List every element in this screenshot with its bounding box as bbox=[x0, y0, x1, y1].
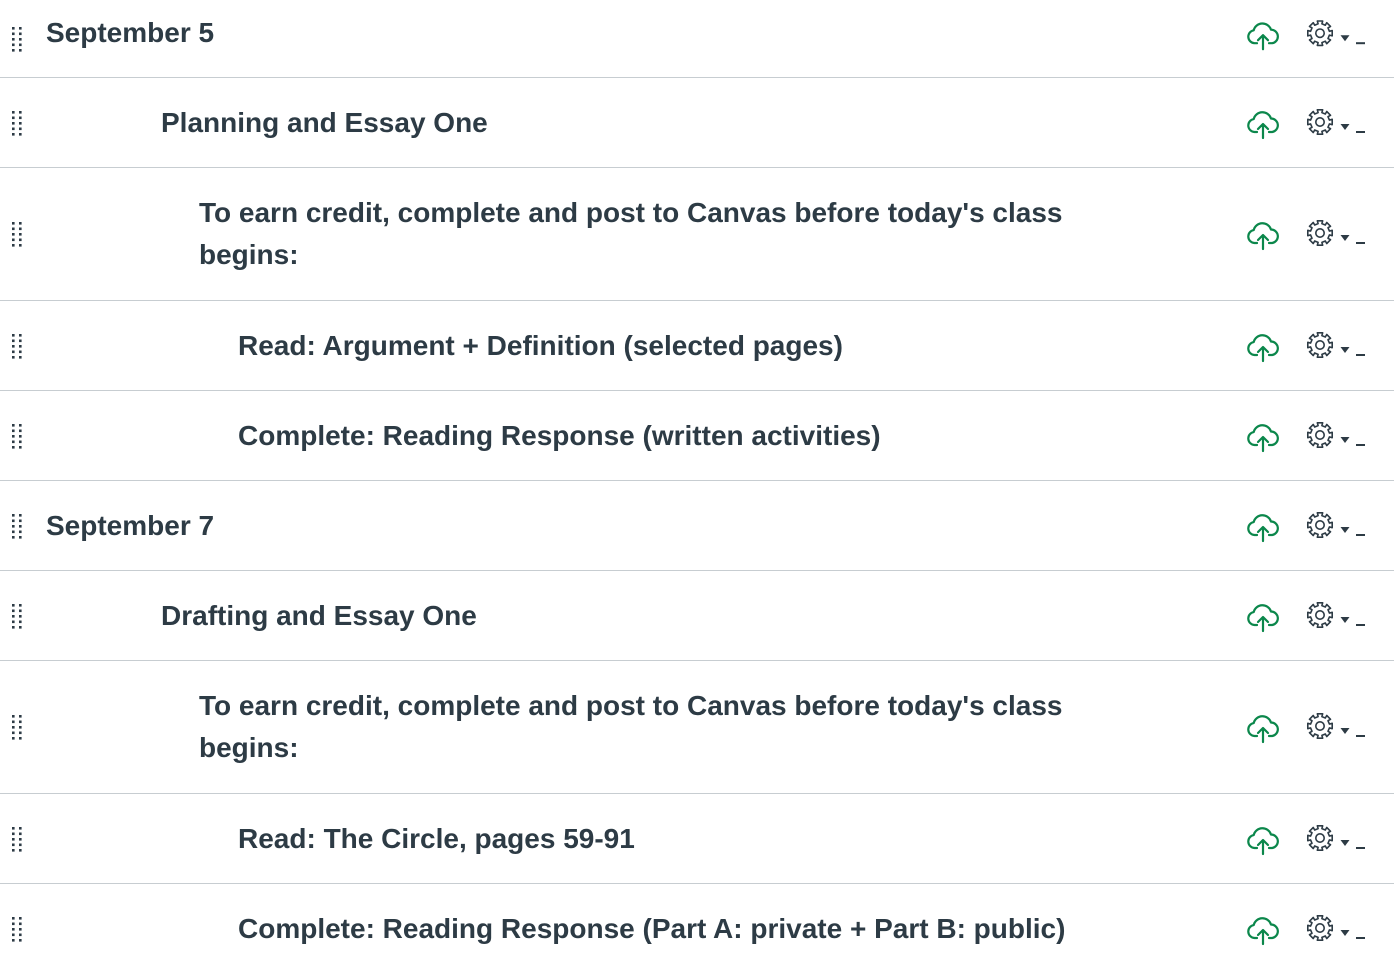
cloud-upload-icon[interactable] bbox=[1246, 18, 1280, 52]
gear-icon bbox=[1306, 712, 1334, 740]
menu-underline bbox=[1356, 735, 1365, 737]
cloud-upload-icon[interactable] bbox=[1246, 913, 1280, 947]
module-item-row: Planning and Essay One bbox=[0, 78, 1394, 168]
module-item-row: Read: Argument + Definition (selected pa… bbox=[0, 301, 1394, 391]
cloud-upload-icon[interactable] bbox=[1246, 420, 1280, 454]
drag-handle-icon[interactable] bbox=[10, 826, 24, 852]
caret-down-icon bbox=[1340, 118, 1350, 130]
module-item-row: Read: The Circle, pages 59-91 bbox=[0, 794, 1394, 884]
gear-icon bbox=[1306, 331, 1334, 359]
gear-icon bbox=[1306, 108, 1334, 136]
module-item-row: September 7 bbox=[0, 481, 1394, 571]
gear-icon bbox=[1306, 601, 1334, 629]
caret-down-icon bbox=[1340, 834, 1350, 846]
module-item-title[interactable]: Complete: Reading Response (written acti… bbox=[238, 415, 1120, 457]
module-item-row: Complete: Reading Response (written acti… bbox=[0, 391, 1394, 481]
settings-menu-button[interactable] bbox=[1304, 508, 1394, 544]
drag-handle-icon[interactable] bbox=[10, 26, 24, 52]
module-item-row: Drafting and Essay One bbox=[0, 571, 1394, 661]
drag-handle-icon[interactable] bbox=[10, 513, 24, 539]
menu-underline bbox=[1356, 443, 1365, 446]
settings-menu-button[interactable] bbox=[1304, 709, 1394, 745]
drag-handle-icon[interactable] bbox=[10, 916, 24, 942]
settings-menu-button[interactable] bbox=[1304, 105, 1394, 141]
gear-icon bbox=[1306, 19, 1334, 47]
cloud-upload-icon[interactable] bbox=[1246, 711, 1280, 745]
cloud-upload-icon[interactable] bbox=[1246, 218, 1280, 252]
module-item-title[interactable]: Read: Argument + Definition (selected pa… bbox=[238, 325, 1120, 367]
gear-icon bbox=[1306, 511, 1334, 539]
cloud-upload-icon[interactable] bbox=[1246, 823, 1280, 857]
menu-underline bbox=[1356, 937, 1365, 939]
menu-underline bbox=[1356, 242, 1365, 244]
drag-handle-icon[interactable] bbox=[10, 110, 24, 136]
caret-down-icon bbox=[1340, 924, 1350, 936]
module-item-title[interactable]: Planning and Essay One bbox=[161, 102, 1120, 144]
module-item-title[interactable]: September 5 bbox=[46, 12, 1120, 54]
module-item-title[interactable]: Read: The Circle, pages 59-91 bbox=[238, 818, 1120, 860]
settings-menu-button[interactable] bbox=[1304, 821, 1394, 857]
settings-menu-button[interactable] bbox=[1304, 216, 1394, 252]
caret-down-icon bbox=[1340, 611, 1350, 623]
menu-underline bbox=[1356, 623, 1365, 626]
module-item-row: To earn credit, complete and post to Can… bbox=[0, 661, 1394, 794]
cloud-upload-icon[interactable] bbox=[1246, 330, 1280, 364]
module-item-title[interactable]: September 7 bbox=[46, 505, 1120, 547]
drag-handle-icon[interactable] bbox=[10, 333, 24, 359]
drag-handle-icon[interactable] bbox=[10, 423, 24, 449]
module-item-list: September 5 Planning and Essay One To ea… bbox=[0, 0, 1394, 972]
settings-menu-button[interactable] bbox=[1304, 911, 1394, 947]
caret-down-icon bbox=[1340, 341, 1350, 353]
menu-underline bbox=[1356, 353, 1365, 356]
module-item-title[interactable]: To earn credit, complete and post to Can… bbox=[199, 192, 1120, 276]
cloud-upload-icon[interactable] bbox=[1246, 600, 1280, 634]
settings-menu-button[interactable] bbox=[1304, 598, 1394, 634]
menu-underline bbox=[1356, 130, 1365, 133]
caret-down-icon bbox=[1340, 29, 1350, 41]
gear-icon bbox=[1306, 219, 1334, 247]
menu-underline bbox=[1356, 846, 1365, 849]
menu-underline bbox=[1356, 41, 1365, 44]
cloud-upload-icon[interactable] bbox=[1246, 510, 1280, 544]
caret-down-icon bbox=[1340, 722, 1350, 734]
menu-underline bbox=[1356, 533, 1365, 536]
module-item-row: To earn credit, complete and post to Can… bbox=[0, 168, 1394, 301]
module-item-row: Complete: Reading Response (Part A: priv… bbox=[0, 884, 1394, 972]
module-item-title[interactable]: Complete: Reading Response (Part A: priv… bbox=[238, 908, 1120, 950]
settings-menu-button[interactable] bbox=[1304, 418, 1394, 454]
caret-down-icon bbox=[1340, 229, 1350, 241]
module-item-title[interactable]: Drafting and Essay One bbox=[161, 595, 1120, 637]
settings-menu-button[interactable] bbox=[1304, 16, 1394, 52]
caret-down-icon bbox=[1340, 521, 1350, 533]
drag-handle-icon[interactable] bbox=[10, 603, 24, 629]
module-item-title[interactable]: To earn credit, complete and post to Can… bbox=[199, 685, 1120, 769]
settings-menu-button[interactable] bbox=[1304, 328, 1394, 364]
caret-down-icon bbox=[1340, 431, 1350, 443]
gear-icon bbox=[1306, 914, 1334, 942]
gear-icon bbox=[1306, 824, 1334, 852]
cloud-upload-icon[interactable] bbox=[1246, 107, 1280, 141]
module-item-row: September 5 bbox=[0, 0, 1394, 78]
drag-handle-icon[interactable] bbox=[10, 714, 24, 740]
gear-icon bbox=[1306, 421, 1334, 449]
drag-handle-icon[interactable] bbox=[10, 221, 24, 247]
